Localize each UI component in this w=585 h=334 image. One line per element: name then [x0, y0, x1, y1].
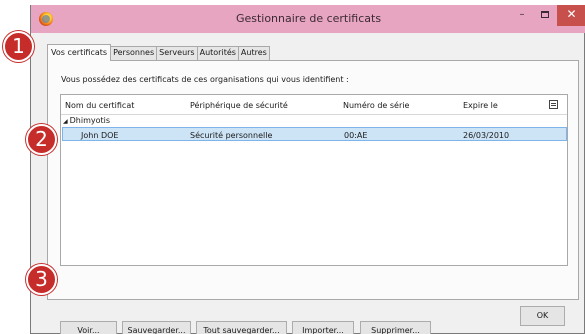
tab-panel: Vous possédez des certificats de ces org… — [47, 60, 579, 334]
column-certificate-name[interactable]: Nom du certificat — [65, 101, 134, 110]
cell-expires: 26/03/2010 — [463, 131, 510, 140]
callout-marker-3: 3 — [26, 264, 57, 295]
callout-marker-2: 2 — [26, 124, 57, 155]
group-row[interactable]: ◢ Dhimyotis — [63, 116, 110, 125]
tab-others[interactable]: Autres — [237, 46, 270, 60]
table-row[interactable]: John DOE Sécurité personnelle 00:AE 26/0… — [62, 127, 567, 141]
tab-your-certificates[interactable]: Vos certificats — [47, 44, 112, 61]
maximize-button[interactable] — [534, 5, 556, 26]
tab-authorities[interactable]: Autorités — [196, 46, 239, 60]
table-header: Nom du certificat Périphérique de sécuri… — [61, 95, 567, 115]
tab-people[interactable]: Personnes — [110, 46, 158, 60]
view-button[interactable]: Voir... — [60, 321, 117, 334]
certificate-manager-window: Gestionnaire de certificats – ✕ Vos cert… — [30, 5, 585, 334]
title-bar[interactable]: Gestionnaire de certificats – ✕ — [31, 5, 585, 33]
backup-all-button[interactable]: Tout sauvegarder... — [196, 321, 287, 334]
column-picker-icon[interactable] — [549, 100, 558, 109]
expand-twisty-icon[interactable]: ◢ — [63, 118, 68, 125]
close-button[interactable]: ✕ — [557, 5, 585, 26]
intro-text: Vous possédez des certificats de ces org… — [61, 75, 349, 84]
tab-strip: Vos certificats Personnes Serveurs Autor… — [47, 44, 270, 61]
backup-button[interactable]: Sauvegarder... — [122, 321, 191, 334]
cell-serial-number: 00:AE — [344, 131, 368, 140]
certificate-tree[interactable]: Nom du certificat Périphérique de sécuri… — [60, 94, 568, 266]
delete-button[interactable]: Supprimer... — [360, 321, 431, 334]
callout-marker-1: 1 — [3, 31, 34, 62]
window-title: Gestionnaire de certificats — [235, 12, 382, 25]
cell-certificate-name: John DOE — [81, 131, 119, 140]
tab-servers[interactable]: Serveurs — [156, 46, 198, 60]
column-expires[interactable]: Expire le — [463, 101, 498, 110]
import-button[interactable]: Importer... — [292, 321, 354, 334]
ok-button[interactable]: OK — [520, 306, 565, 326]
column-serial-number[interactable]: Numéro de série — [343, 101, 409, 110]
column-security-device[interactable]: Périphérique de sécurité — [190, 101, 288, 110]
maximize-icon — [541, 11, 549, 18]
group-name: Dhimyotis — [69, 116, 111, 125]
cell-security-device: Sécurité personnelle — [190, 131, 273, 140]
minimize-button[interactable]: – — [511, 5, 533, 26]
